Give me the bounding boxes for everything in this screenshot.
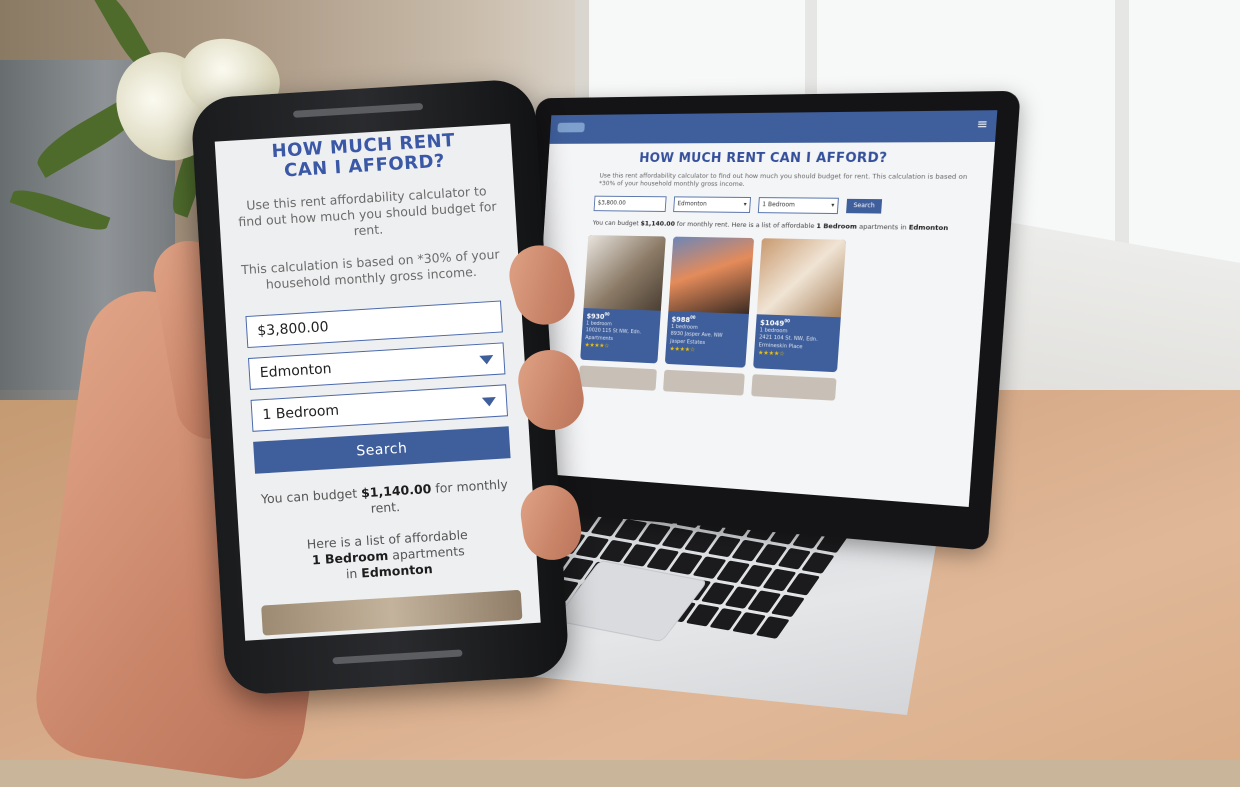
listing-card-partial[interactable] xyxy=(663,369,745,396)
site-logo[interactable] xyxy=(557,122,585,133)
phone-income-input[interactable]: $3,800.00 xyxy=(245,300,503,349)
budget-amount: $1,140.00 xyxy=(640,219,676,228)
listing-card[interactable]: $93000 1 bedroom 10020 115 St NW, Edn. A… xyxy=(580,234,666,364)
laptop-income-input[interactable]: $3,800.00 xyxy=(593,195,667,212)
laptop-bedroom-select[interactable]: 1 Bedroom ▾ xyxy=(757,196,839,214)
phone-search-button[interactable]: Search xyxy=(253,426,511,474)
budget-mid: for monthly rent. Here is a list of affo… xyxy=(674,219,817,230)
phone-budget-text: You can budget $1,140.00 for monthly ren… xyxy=(256,476,513,524)
laptop-budget-text: You can budget $1,140.00 for monthly ren… xyxy=(593,219,990,234)
phone: HOW MUCH RENT CAN I AFFORD? Use this ren… xyxy=(190,78,570,696)
listing-photo xyxy=(668,236,755,314)
listing-card[interactable]: $98800 1 bedroom 8930 Jasper Ave. NW Jas… xyxy=(664,236,755,368)
menu-icon[interactable]: ≡ xyxy=(976,117,988,132)
laptop-bedroom-value: 1 Bedroom xyxy=(762,201,796,209)
laptop-city-select[interactable]: Edmonton ▾ xyxy=(673,196,752,213)
budget-prefix: You can budget xyxy=(260,485,362,507)
laptop-city-value: Edmonton xyxy=(677,200,707,208)
laptop-calculator-form: $3,800.00 Edmonton ▾ 1 Bedroom ▾ Search xyxy=(593,195,991,216)
dropdown-arrow-icon xyxy=(479,354,494,365)
budget-suffix: apartments in xyxy=(856,222,910,232)
phone-city-value: Edmonton xyxy=(259,360,333,382)
listing-card-partial[interactable] xyxy=(578,365,657,391)
laptop-webpage: ≡ HOW MUCH RENT CAN I AFFORD? Use this r… xyxy=(528,110,998,507)
dropdown-arrow-icon xyxy=(481,396,497,407)
laptop-intro-text: Use this rent affordability calculator t… xyxy=(598,171,968,189)
listing-photo xyxy=(756,237,847,317)
phone-bedroom-value: 1 Bedroom xyxy=(262,402,340,424)
budget-prefix: You can budget xyxy=(592,218,641,228)
laptop-search-button[interactable]: Search xyxy=(846,198,883,214)
list-city: Edmonton xyxy=(360,561,434,581)
phone-intro-text: Use this rent affordability calculator t… xyxy=(237,183,497,239)
phone-basis-text: This calculation is based on *30% of you… xyxy=(240,246,500,292)
phone-bedroom-select[interactable]: 1 Bedroom xyxy=(250,384,509,432)
listing-photo xyxy=(583,234,666,311)
budget-amount: $1,140.00 xyxy=(360,481,432,501)
laptop-navbar: ≡ xyxy=(549,110,998,144)
laptop-screen: ≡ HOW MUCH RENT CAN I AFFORD? Use this r… xyxy=(509,90,1021,551)
listing-card-partial[interactable] xyxy=(751,373,837,401)
dropdown-arrow-icon: ▾ xyxy=(743,201,747,209)
listing-cards: $93000 1 bedroom 10020 115 St NW, Edn. A… xyxy=(580,234,988,379)
phone-webpage: HOW MUCH RENT CAN I AFFORD? Use this ren… xyxy=(214,123,541,641)
dropdown-arrow-icon: ▾ xyxy=(830,202,835,210)
phone-list-text: Here is a list of affordable 1 Bedroom a… xyxy=(259,524,517,588)
phone-city-select[interactable]: Edmonton xyxy=(247,342,506,390)
budget-city: Edmonton xyxy=(908,223,949,233)
budget-bedroom: 1 Bedroom xyxy=(816,221,858,231)
list-in: in xyxy=(345,565,362,582)
listing-card[interactable]: $104900 1 bedroom 2421 104 St. NW, Edn. … xyxy=(753,237,847,372)
laptop-page-title: HOW MUCH RENT CAN I AFFORD? xyxy=(638,150,888,167)
